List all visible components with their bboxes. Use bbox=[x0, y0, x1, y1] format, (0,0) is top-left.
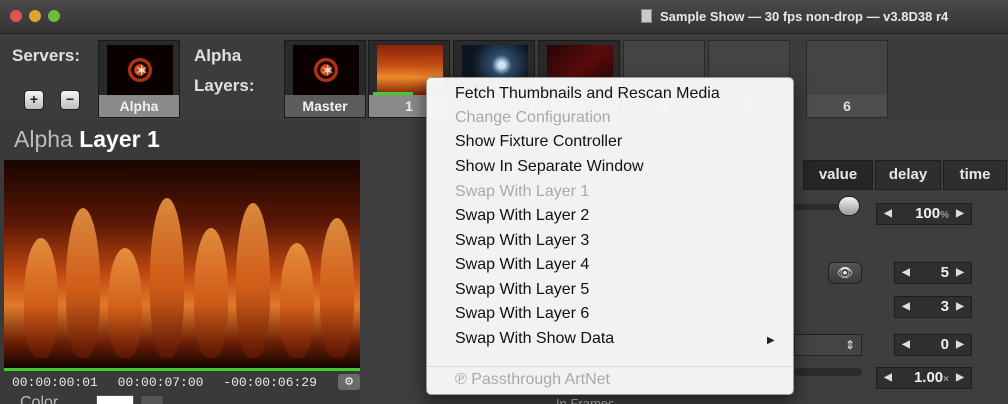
layer-thumb-label: 6 bbox=[807, 95, 887, 117]
speed-stepper[interactable]: ◀ 1.00× ▶ bbox=[876, 367, 972, 389]
remove-server-button[interactable]: − bbox=[60, 90, 80, 110]
menu-item-swap-layer-6[interactable]: Swap With Layer 6 bbox=[455, 305, 589, 323]
arrow-left-icon[interactable]: ◀ bbox=[897, 263, 915, 283]
eye-icon[interactable]: 👁 bbox=[828, 262, 862, 284]
opacity-stepper[interactable]: ◀ 100% ▶ bbox=[876, 203, 972, 225]
flame-shape bbox=[236, 203, 270, 358]
field-value-2: 3 bbox=[940, 298, 949, 315]
flame-shape bbox=[150, 198, 184, 358]
title-bar: Sample Show — 30 fps non-drop — v3.8D38 … bbox=[0, 0, 1008, 34]
transport-timecodes: 00:00:00:01 00:00:07:00 -00:00:06:29 bbox=[12, 375, 329, 390]
arrow-right-icon[interactable]: ▶ bbox=[951, 204, 969, 224]
menu-item-show-fixture-controller[interactable]: Show Fixture Controller bbox=[455, 133, 622, 151]
panel-title-layer: Layer 1 bbox=[79, 126, 160, 152]
preview-progress-bar bbox=[4, 368, 360, 371]
tab-value[interactable]: value bbox=[803, 160, 873, 190]
arrow-right-icon[interactable]: ▶ bbox=[951, 368, 969, 388]
duration-timecode: 00:00:07:00 bbox=[117, 375, 204, 390]
layer-thumb-master[interactable]: ✶ Master bbox=[284, 40, 366, 118]
elapsed-timecode: 00:00:00:01 bbox=[12, 375, 98, 390]
arrow-right-icon[interactable]: ▶ bbox=[951, 297, 969, 317]
color-swatch[interactable] bbox=[96, 395, 134, 404]
panel-title-server: Alpha bbox=[14, 126, 73, 152]
current-server-name: Alpha bbox=[194, 46, 242, 65]
window-title: Sample Show — 30 fps non-drop — v3.8D38 … bbox=[660, 9, 949, 24]
zoom-window-button[interactable] bbox=[48, 10, 60, 22]
layer-thumb-6[interactable]: 6 bbox=[806, 40, 888, 118]
flame-shape bbox=[24, 238, 58, 358]
menu-item-swap-layer-4[interactable]: Swap With Layer 4 bbox=[455, 256, 589, 274]
layer-context-menu: Fetch Thumbnails and Rescan Media Change… bbox=[426, 77, 794, 395]
menu-separator bbox=[427, 366, 793, 367]
field-value-1: 5 bbox=[940, 264, 949, 281]
chevron-right-icon: ▶ bbox=[767, 335, 775, 346]
server-thumb-label: Alpha bbox=[99, 95, 179, 117]
arrow-left-icon[interactable]: ◀ bbox=[879, 204, 897, 224]
menu-item-passthrough-artnet: ℗ Passthrough ArtNet bbox=[455, 371, 610, 388]
selection-dropdown[interactable]: ⇕ bbox=[794, 334, 862, 356]
tab-delay[interactable]: delay bbox=[875, 160, 941, 190]
color-label: Color bbox=[20, 394, 59, 404]
arrow-right-icon[interactable]: ▶ bbox=[951, 335, 969, 355]
panel-title: Alpha Layer 1 bbox=[14, 126, 160, 153]
layer-thumbnail-image: ✶ bbox=[293, 45, 359, 95]
close-window-button[interactable] bbox=[10, 10, 22, 22]
server-thumbnail-image: ✶ bbox=[107, 45, 173, 95]
document-icon bbox=[641, 9, 652, 23]
opacity-slider-knob[interactable] bbox=[838, 196, 860, 216]
field-stepper-1[interactable]: ◀ 5 ▶ bbox=[894, 262, 972, 284]
flame-shape bbox=[66, 208, 100, 358]
menu-item-swap-layer-5[interactable]: Swap With Layer 5 bbox=[455, 281, 589, 299]
speed-slider-track[interactable] bbox=[794, 368, 862, 376]
arrow-left-icon[interactable]: ◀ bbox=[879, 368, 897, 388]
menu-item-swap-layer-2[interactable]: Swap With Layer 2 bbox=[455, 207, 589, 225]
menu-item-swap-show-data[interactable]: Swap With Show Data bbox=[455, 330, 614, 348]
in-frames-label: In Frames bbox=[556, 396, 615, 404]
flame-shape bbox=[108, 248, 142, 358]
field-value-3: 0 bbox=[940, 336, 949, 353]
tab-time[interactable]: time bbox=[943, 160, 1007, 190]
remaining-timecode: -00:00:06:29 bbox=[223, 375, 317, 390]
field-stepper-3[interactable]: ◀ 0 ▶ bbox=[894, 334, 972, 356]
menu-item-swap-layer-1: Swap With Layer 1 bbox=[455, 183, 590, 200]
gear-icon[interactable]: ⚙ bbox=[338, 374, 360, 390]
flame-shape bbox=[194, 228, 228, 358]
server-thumb-alpha[interactable]: ✶ Alpha bbox=[98, 40, 180, 118]
flame-shape bbox=[280, 243, 314, 358]
speed-value: 1.00× bbox=[913, 369, 949, 386]
color-swatch-secondary[interactable] bbox=[140, 395, 164, 404]
arrow-right-icon[interactable]: ▶ bbox=[951, 263, 969, 283]
servers-label: Servers: bbox=[12, 46, 81, 65]
add-server-button[interactable]: + bbox=[24, 90, 44, 110]
field-stepper-2[interactable]: ◀ 3 ▶ bbox=[894, 296, 972, 318]
arrow-left-icon[interactable]: ◀ bbox=[897, 297, 915, 317]
arrow-left-icon[interactable]: ◀ bbox=[897, 335, 915, 355]
menu-item-show-separate-window[interactable]: Show In Separate Window bbox=[455, 158, 644, 176]
menu-item-change-configuration: Change Configuration bbox=[455, 109, 611, 126]
layer-thumb-label: Master bbox=[285, 95, 365, 117]
menu-item-fetch-thumbnails[interactable]: Fetch Thumbnails and Rescan Media bbox=[455, 85, 720, 103]
flame-shape bbox=[320, 218, 354, 358]
opacity-value: 100% bbox=[915, 205, 949, 222]
layer-preview[interactable] bbox=[4, 160, 360, 368]
menu-item-swap-layer-3[interactable]: Swap With Layer 3 bbox=[455, 232, 589, 250]
layers-label: Layers: bbox=[194, 76, 255, 95]
minimize-window-button[interactable] bbox=[29, 10, 41, 22]
